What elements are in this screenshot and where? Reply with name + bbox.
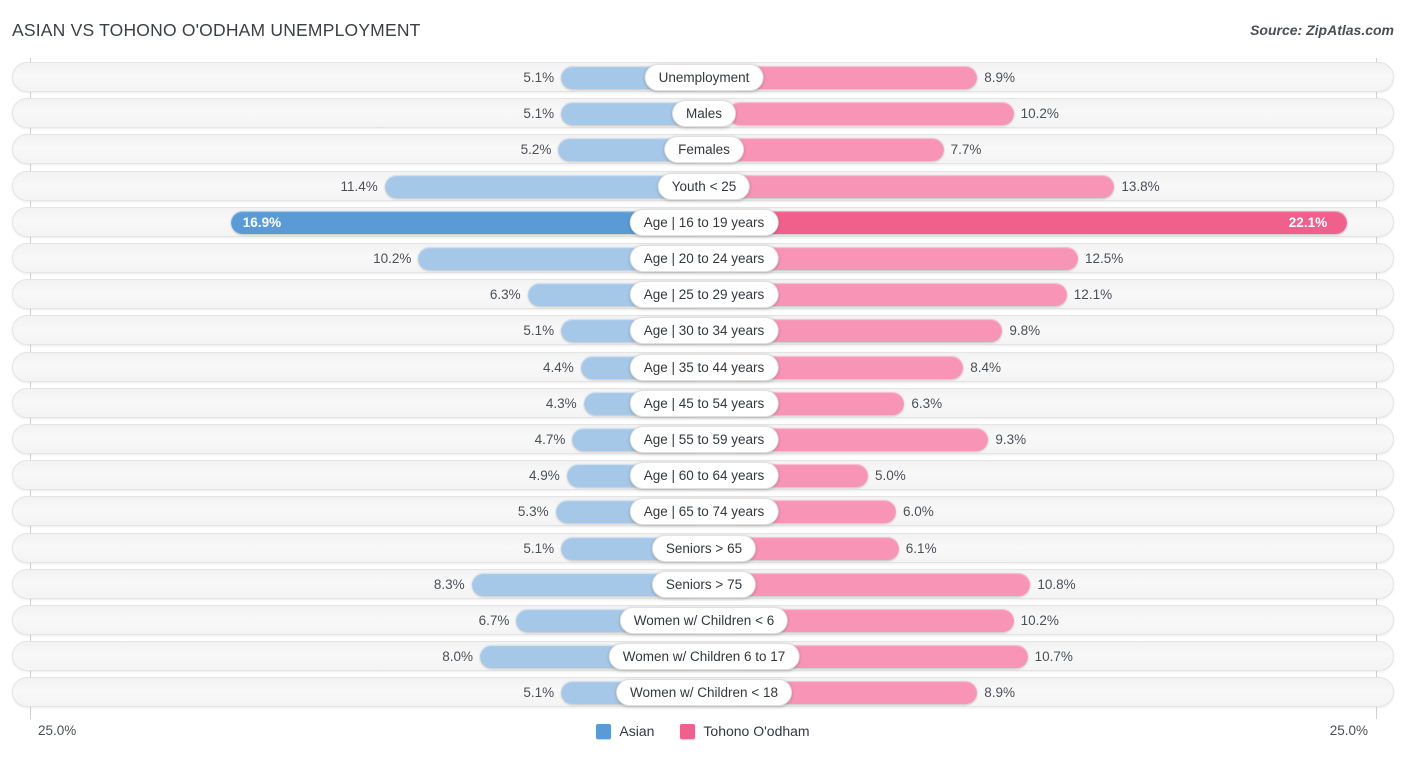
chart-footer: 25.0% 25.0% Asian Tohono O'odham	[0, 719, 1406, 757]
table-row[interactable]: 5.1% 9.8% Age | 30 to 34 years	[12, 315, 1394, 346]
table-row[interactable]: 4.3% 6.3% Age | 45 to 54 years	[12, 387, 1394, 418]
table-row[interactable]: 5.3% 6.0% Age | 65 to 74 years	[12, 496, 1394, 527]
category-label[interactable]: Seniors > 65	[651, 534, 757, 562]
value-label-asian: 5.1%	[523, 685, 555, 701]
value-label-tohono-oodham: 6.0%	[903, 504, 934, 520]
category-label[interactable]: Women w/ Children < 18	[616, 679, 792, 707]
chart-header: ASIAN VS TOHONO O'ODHAM UNEMPLOYMENT Sou…	[0, 0, 1406, 58]
bar-tohono-oodham[interactable]	[728, 102, 1014, 126]
value-label-tohono-oodham: 10.2%	[1020, 106, 1059, 122]
value-label-tohono-oodham: 10.7%	[1034, 649, 1073, 665]
category-label[interactable]: Males	[671, 100, 737, 128]
table-row[interactable]: 11.4% 13.8% Youth < 25	[12, 170, 1394, 201]
category-label[interactable]: Age | 35 to 44 years	[629, 353, 779, 381]
value-label-asian: 4.3%	[545, 395, 577, 411]
value-label-asian: 5.1%	[523, 106, 555, 122]
value-label-asian: 16.9%	[242, 214, 282, 230]
table-row[interactable]: 8.0% 10.7% Women w/ Children 6 to 17	[12, 641, 1394, 672]
legend-item[interactable]: Tohono O'odham	[680, 723, 810, 739]
value-label-asian: 5.1%	[523, 540, 555, 556]
category-label[interactable]: Age | 65 to 74 years	[629, 498, 779, 526]
category-label[interactable]: Age | 60 to 64 years	[629, 462, 779, 490]
bar-tohono-oodham[interactable]	[728, 247, 1078, 270]
chart-root: ASIAN VS TOHONO O'ODHAM UNEMPLOYMENT Sou…	[0, 0, 1406, 757]
category-label[interactable]: Age | 16 to 19 years	[629, 208, 779, 236]
value-label-tohono-oodham: 6.1%	[905, 540, 937, 556]
table-row[interactable]: 4.7% 9.3% Age | 55 to 59 years	[12, 424, 1394, 454]
category-label[interactable]: Age | 55 to 59 years	[629, 426, 779, 453]
value-label-asian: 11.4%	[340, 178, 378, 194]
value-label-tohono-oodham: 12.5%	[1085, 251, 1124, 266]
table-row[interactable]: 5.1% 8.9% Women w/ Children < 18	[12, 677, 1394, 708]
bar-tohono-oodham[interactable]	[728, 572, 1031, 596]
table-row[interactable]: 5.1% 8.9% Unemployment	[12, 62, 1394, 92]
value-label-asian: 5.2%	[520, 142, 552, 158]
value-label-asian: 5.3%	[517, 504, 549, 520]
value-label-asian: 6.3%	[489, 287, 521, 303]
category-label[interactable]: Women w/ Children < 6	[619, 607, 789, 634]
category-label[interactable]: Women w/ Children 6 to 17	[608, 643, 800, 671]
plot-area: 5.1% 8.9% Unemployment 5.1% 10.2% Males 5.2% 7.…	[0, 58, 1406, 719]
table-row[interactable]: 4.9% 5.0% Age | 60 to 64 years	[12, 460, 1394, 491]
value-label-tohono-oodham: 8.9%	[984, 685, 1015, 701]
legend-swatch-icon	[680, 723, 696, 739]
value-label-tohono-oodham: 5.0%	[875, 468, 906, 484]
category-label[interactable]: Seniors > 75	[651, 570, 757, 598]
value-label-asian: 5.1%	[523, 70, 555, 85]
category-label[interactable]: Age | 20 to 24 years	[629, 245, 779, 272]
value-label-tohono-oodham: 13.8%	[1121, 178, 1160, 194]
legend-label: Asian	[619, 723, 655, 739]
value-label-tohono-oodham: 9.8%	[1009, 323, 1041, 339]
value-label-tohono-oodham: 10.2%	[1020, 613, 1059, 628]
table-row[interactable]: 5.1% 10.2% Males	[12, 98, 1394, 129]
value-label-tohono-oodham: 22.1%	[1288, 214, 1328, 230]
value-label-tohono-oodham: 7.7%	[950, 142, 982, 158]
table-row[interactable]: 10.2% 12.5% Age | 20 to 24 years	[12, 243, 1394, 273]
value-label-tohono-oodham: 6.3%	[911, 395, 943, 411]
value-label-asian: 5.1%	[523, 323, 555, 339]
table-row[interactable]: 6.3% 12.1% Age | 25 to 29 years	[12, 279, 1394, 310]
value-label-tohono-oodham: 8.9%	[984, 70, 1015, 85]
category-label[interactable]: Age | 30 to 34 years	[629, 317, 779, 345]
category-label[interactable]: Youth < 25	[657, 172, 751, 200]
category-label[interactable]: Females	[664, 136, 744, 164]
bar-tohono-oodham[interactable]	[728, 66, 978, 89]
legend-label: Tohono O'odham	[703, 723, 810, 739]
value-label-tohono-oodham: 8.4%	[970, 359, 1001, 375]
table-row[interactable]: 6.7% 10.2% Women w/ Children < 6	[12, 605, 1394, 635]
value-label-tohono-oodham: 9.3%	[995, 432, 1027, 447]
legend-item[interactable]: Asian	[596, 723, 654, 739]
bar-asian[interactable]	[384, 174, 704, 198]
value-label-asian: 8.0%	[442, 649, 473, 665]
value-label-asian: 8.3%	[433, 576, 465, 592]
category-label[interactable]: Age | 45 to 54 years	[629, 389, 779, 417]
value-label-tohono-oodham: 12.1%	[1073, 287, 1113, 303]
bar-tohono-oodham[interactable]	[728, 210, 1347, 234]
table-row[interactable]: 8.3% 10.8% Seniors > 75	[12, 568, 1394, 599]
value-label-asian: 4.7%	[534, 432, 566, 447]
bar-tohono-oodham[interactable]	[728, 283, 1067, 307]
category-label[interactable]: Unemployment	[644, 64, 764, 91]
value-label-asian: 10.2%	[373, 251, 412, 266]
value-label-asian: 4.4%	[543, 359, 574, 375]
legend-swatch-icon	[596, 723, 612, 739]
table-row[interactable]: 5.2% 7.7% Females	[12, 134, 1394, 165]
page-title: ASIAN VS TOHONO O'ODHAM UNEMPLOYMENT	[12, 20, 421, 40]
bar-tohono-oodham[interactable]	[728, 174, 1115, 198]
value-label-tohono-oodham: 10.8%	[1037, 576, 1076, 592]
value-label-asian: 6.7%	[478, 613, 510, 628]
chart-legend: Asian Tohono O'odham	[0, 723, 1406, 739]
category-label[interactable]: Age | 25 to 29 years	[629, 281, 779, 309]
table-row[interactable]: 5.1% 6.1% Seniors > 65	[12, 532, 1394, 563]
table-row[interactable]: 16.9% 22.1% Age | 16 to 19 years	[12, 206, 1394, 237]
value-label-asian: 4.9%	[529, 468, 560, 484]
bar-tohono-oodham[interactable]	[728, 138, 944, 162]
source-attribution: Source: ZipAtlas.com	[1250, 22, 1394, 38]
table-row[interactable]: 4.4% 8.4% Age | 35 to 44 years	[12, 351, 1394, 382]
